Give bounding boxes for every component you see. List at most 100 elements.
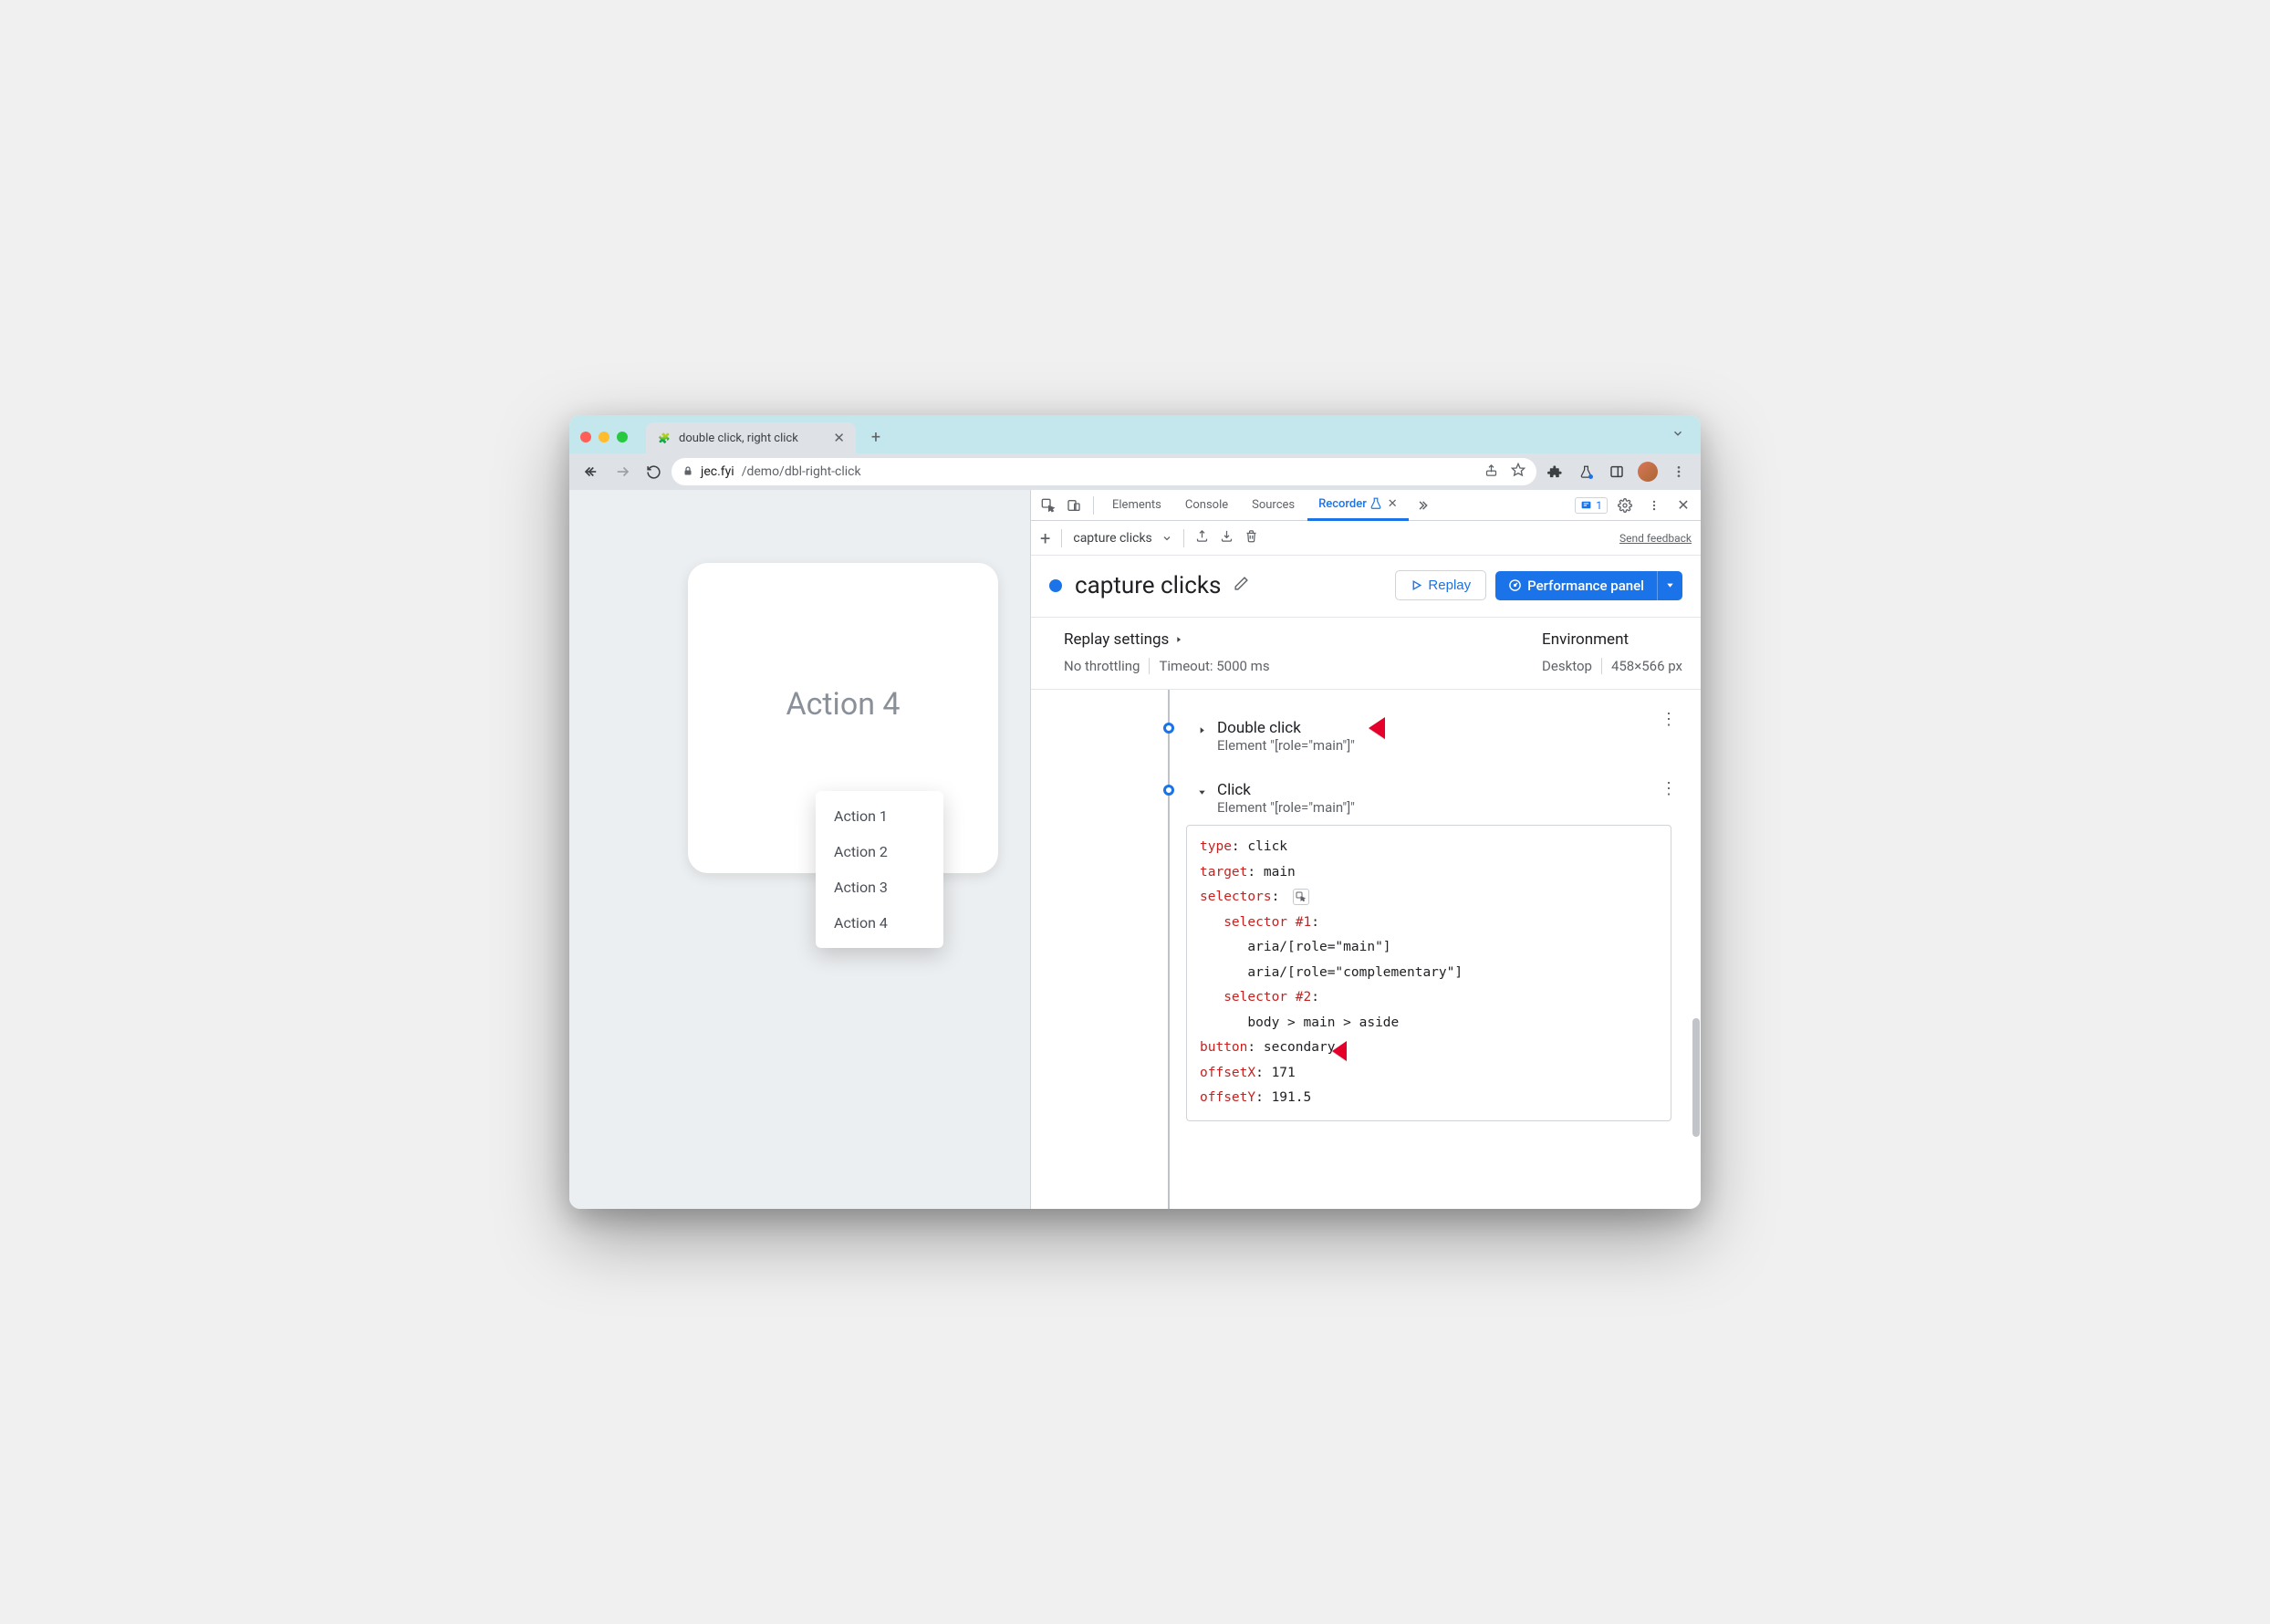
tab-close-icon[interactable]: ✕ [833,430,845,446]
performance-panel-caret[interactable] [1657,571,1682,600]
tab-title: double click, right click [679,432,798,445]
gauge-icon [1508,578,1522,592]
step-title: Double click [1217,719,1355,737]
browser-window: 🧩 double click, right click ✕ + jec.fyi/… [569,415,1701,1209]
chrome-menu-icon[interactable] [1666,459,1692,484]
context-menu: Action 1 Action 2 Action 3 Action 4 [816,791,943,948]
step-dot-icon [1163,723,1174,734]
devtools-panel: Elements Console Sources Recorder ✕ 1 [1030,490,1701,1209]
recorder-toolbar: + capture clicks Send feedback [1031,521,1701,556]
context-menu-item[interactable]: Action 1 [816,798,943,834]
step-subtitle: Element "[role="main"]" [1217,799,1355,816]
step-title: Click [1217,781,1355,799]
selector-picker-icon[interactable] [1293,889,1309,905]
star-icon[interactable] [1511,463,1525,481]
close-window-button[interactable] [580,432,591,442]
context-menu-item[interactable]: Action 2 [816,834,943,869]
gear-icon[interactable] [1613,494,1637,517]
viewport-value: 458×566 px [1611,658,1682,674]
replay-settings-label: Replay settings [1064,630,1169,649]
annotation-arrow-icon [1367,710,1416,750]
content-area: Action 4 Action 1 Action 2 Action 3 Acti… [569,490,1701,1209]
import-icon[interactable] [1220,529,1234,547]
recording-title: capture clicks [1075,572,1221,599]
browser-toolbar: jec.fyi/demo/dbl-right-click [569,453,1701,490]
step-item[interactable]: Click Element "[role="main"]" ⋮ type: cl… [1157,772,1693,1134]
inspect-element-icon[interactable] [1036,494,1060,517]
edit-title-icon[interactable] [1234,576,1249,595]
share-icon[interactable] [1484,463,1498,481]
browser-tab[interactable]: 🧩 double click, right click ✕ [646,422,856,453]
tab-favicon-icon: 🧩 [657,431,672,445]
tab-elements[interactable]: Elements [1101,490,1172,521]
tab-sources[interactable]: Sources [1241,490,1306,521]
tab-recorder[interactable]: Recorder ✕ [1307,490,1409,521]
url-domain: jec.fyi [701,464,734,479]
step-menu-icon[interactable]: ⋮ [1661,710,1677,729]
url-path: /demo/dbl-right-click [742,464,861,479]
kebab-menu-icon[interactable] [1642,494,1666,517]
chevron-down-icon [1161,533,1172,544]
recording-selector-label: capture clicks [1073,531,1151,546]
performance-panel-label: Performance panel [1527,578,1644,594]
reload-button[interactable] [640,459,666,484]
lock-icon [682,465,693,479]
profile-avatar[interactable] [1635,459,1661,484]
play-icon [1411,579,1422,591]
panel-icon[interactable] [1604,459,1630,484]
replay-settings-toggle[interactable]: Replay settings [1064,630,1270,649]
tab-close-icon[interactable]: ✕ [1388,497,1398,511]
recording-selector[interactable]: capture clicks [1073,531,1171,546]
card-title: Action 4 [786,686,900,723]
more-tabs-icon[interactable] [1411,494,1434,517]
device-value: Desktop [1542,658,1592,674]
devtools-close-icon[interactable]: ✕ [1671,494,1695,517]
tab-console[interactable]: Console [1174,490,1239,521]
step-item[interactable]: Double click Element "[role="main"]" ⋮ [1157,703,1693,766]
maximize-window-button[interactable] [617,432,628,442]
add-recording-icon[interactable]: + [1040,527,1050,549]
environment-heading: Environment [1542,630,1682,649]
traffic-lights [580,432,628,442]
delete-icon[interactable] [1244,529,1258,547]
throttling-value: No throttling [1064,658,1140,674]
step-dot-icon [1163,785,1174,796]
caret-right-icon [1174,635,1183,644]
export-icon[interactable] [1195,529,1209,547]
recorder-header: capture clicks Replay Performance panel [1031,556,1701,618]
back-button[interactable] [578,459,604,484]
extensions-icon[interactable] [1542,459,1567,484]
step-subtitle: Element "[role="main"]" [1217,737,1355,754]
flask-icon[interactable] [1573,459,1598,484]
caret-right-icon[interactable] [1197,722,1208,739]
scrollbar-thumb[interactable] [1692,1018,1700,1137]
caret-down-icon[interactable] [1197,784,1208,801]
devtools-tabbar: Elements Console Sources Recorder ✕ 1 [1031,490,1701,521]
settings-row: Replay settings No throttling Timeout: 5… [1031,618,1701,690]
timeout-value: Timeout: 5000 ms [1159,658,1269,674]
steps-list: Double click Element "[role="main"]" ⋮ [1031,690,1701,1209]
annotation-arrow-icon [1330,1035,1376,1071]
replay-button-label: Replay [1428,578,1471,593]
minimize-window-button[interactable] [599,432,609,442]
new-tab-button[interactable]: + [863,424,889,450]
context-menu-item[interactable]: Action 3 [816,869,943,905]
tab-recorder-label: Recorder [1318,497,1367,511]
tab-strip: 🧩 double click, right click ✕ + [569,415,1701,453]
page-preview: Action 4 Action 1 Action 2 Action 3 Acti… [569,490,1030,1209]
scrollbar[interactable] [1692,963,1700,1201]
issues-badge[interactable]: 1 [1575,497,1608,514]
address-bar[interactable]: jec.fyi/demo/dbl-right-click [672,458,1536,485]
replay-button[interactable]: Replay [1395,570,1486,600]
performance-panel-button[interactable]: Performance panel [1495,571,1682,600]
context-menu-item[interactable]: Action 4 [816,905,943,941]
omnibox-actions [1484,463,1525,481]
forward-button[interactable] [609,459,635,484]
step-menu-icon[interactable]: ⋮ [1661,779,1677,798]
issues-count: 1 [1596,499,1602,512]
recording-indicator-icon [1049,579,1062,592]
step-detail: type: click target: main selectors: sele… [1186,825,1671,1121]
device-toggle-icon[interactable] [1062,494,1086,517]
chevron-down-icon[interactable] [1671,426,1684,443]
send-feedback-link[interactable]: Send feedback [1619,532,1692,545]
